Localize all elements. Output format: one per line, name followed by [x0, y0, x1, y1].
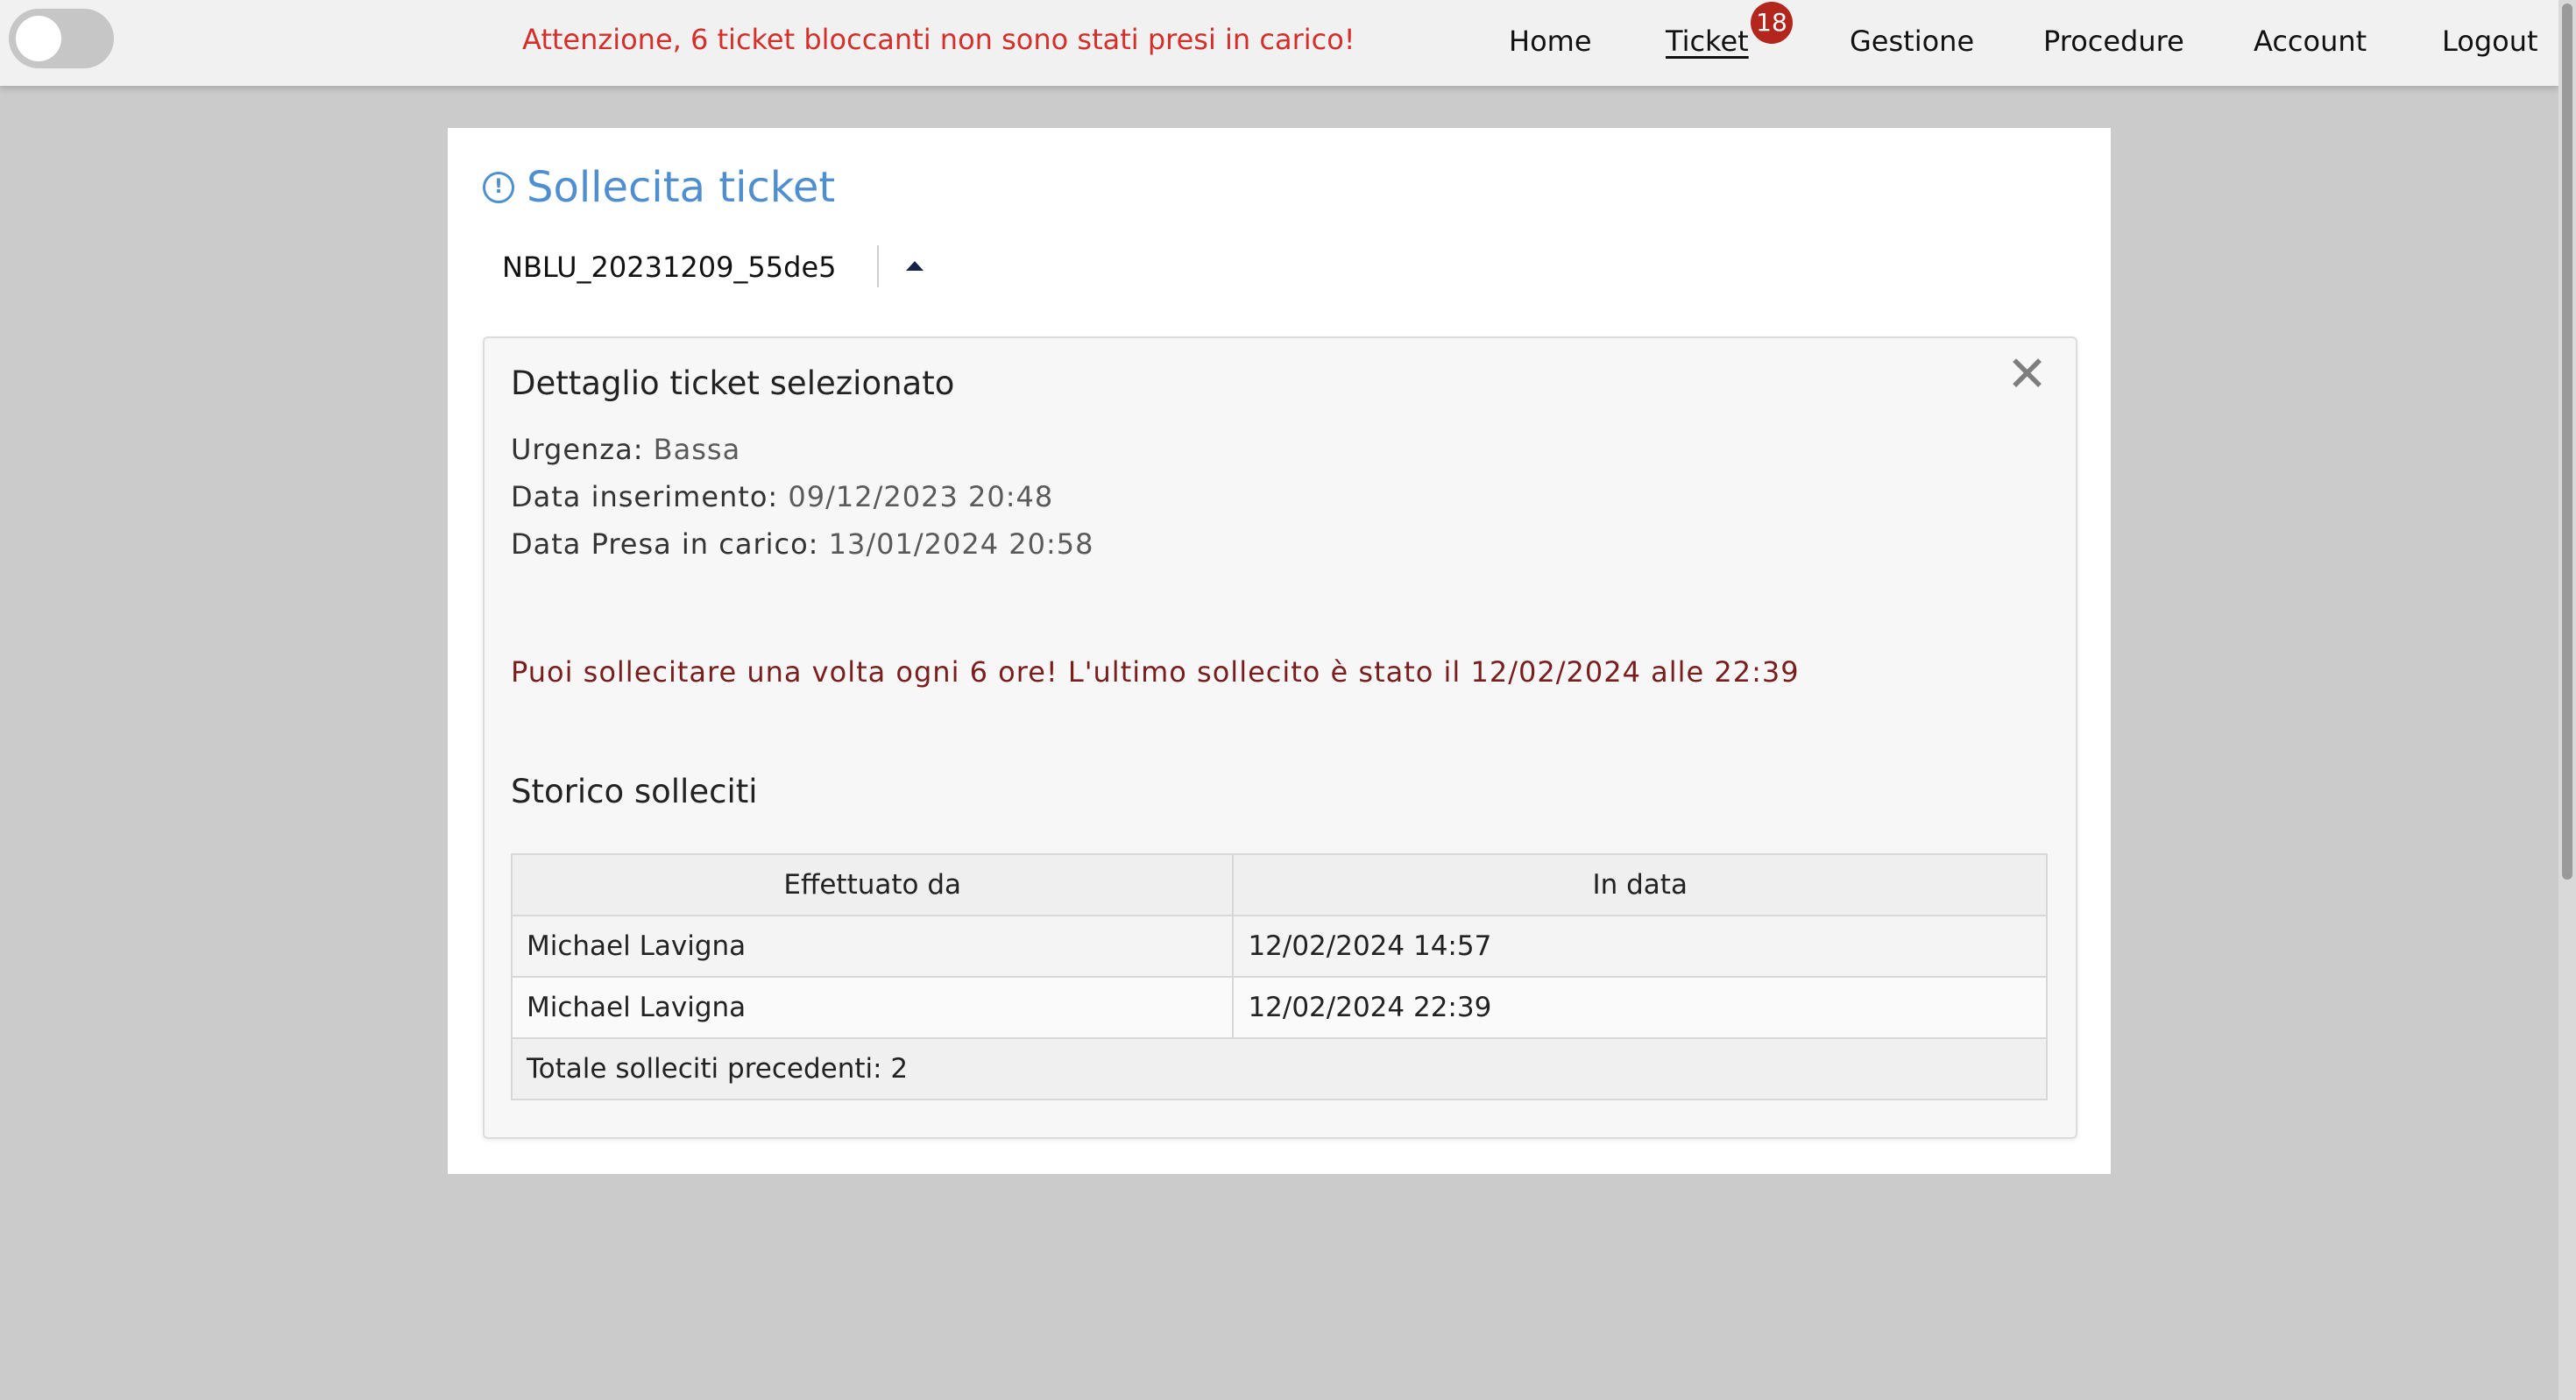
nav-ticket[interactable]: Ticket — [1666, 25, 1749, 58]
cell-performed-by: Michael Lavigna — [510, 915, 1235, 978]
cell-performed-by: Michael Lavigna — [510, 976, 1235, 1039]
nav-procedure[interactable]: Procedure — [2043, 25, 2184, 58]
inserted-date-label: Data inserimento: — [511, 480, 779, 513]
scrollbar-thumb[interactable] — [2562, 4, 2572, 880]
taken-date-value: 13/01/2024 20:58 — [828, 527, 1094, 561]
ticket-select-dropdown[interactable]: NBLU_20231209_55de5 — [483, 242, 924, 294]
page-scrollbar[interactable] — [2558, 0, 2576, 1400]
main-panel: ! Sollecita ticket NBLU_20231209_55de5 ✕… — [448, 128, 2111, 1174]
nav-home[interactable]: Home — [1509, 25, 1592, 58]
select-separator — [877, 245, 879, 287]
mode-toggle-switch[interactable] — [9, 9, 114, 68]
cell-date: 12/02/2024 14:57 — [1232, 915, 2048, 978]
top-navigation-bar: Attenzione, 6 ticket bloccanti non sono … — [0, 0, 2558, 86]
cell-date: 12/02/2024 22:39 — [1232, 976, 2048, 1039]
taken-date-label: Data Presa in carico: — [511, 527, 819, 561]
column-header-performed-by: Effettuato da — [510, 853, 1235, 916]
caret-up-icon[interactable] — [906, 261, 924, 271]
total-reminders: Totale solleciti precedenti: 2 — [511, 1037, 2048, 1100]
selected-ticket-value: NBLU_20231209_55de5 — [502, 251, 837, 284]
detail-title: Dettaglio ticket selezionato — [511, 364, 955, 402]
ticket-count-badge: 18 — [1751, 2, 1793, 44]
inserted-date-field: Data inserimento: 09/12/2023 20:48 — [511, 480, 1053, 513]
table-total-row: Totale solleciti precedenti: 2 — [511, 1037, 2048, 1100]
exclamation-circle-icon: ! — [483, 172, 514, 203]
urgency-label: Urgenza: — [511, 433, 644, 466]
table-row: Michael Lavigna 12/02/2024 22:39 — [510, 976, 2048, 1039]
toggle-knob — [16, 16, 61, 61]
blocking-tickets-alert: Attenzione, 6 ticket bloccanti non sono … — [522, 23, 1355, 56]
urgency-value: Bassa — [653, 433, 741, 466]
column-header-date: In data — [1232, 853, 2048, 916]
table-row: Michael Lavigna 12/02/2024 14:57 — [510, 915, 2048, 978]
table-header-row: Effettuato da In data — [510, 853, 2048, 916]
taken-date-field: Data Presa in carico: 13/01/2024 20:58 — [511, 527, 1093, 561]
reminder-history-table: Effettuato da In data Michael Lavigna 12… — [510, 853, 2048, 1100]
nav-gestione[interactable]: Gestione — [1850, 25, 1974, 58]
urgency-field: Urgenza: Bassa — [511, 433, 740, 466]
reminder-limit-warning: Puoi sollecitare una volta ogni 6 ore! L… — [511, 655, 1800, 689]
ticket-detail-card: ✕ Dettaglio ticket selezionato Urgenza: … — [483, 336, 2077, 1139]
inserted-date-value: 09/12/2023 20:48 — [788, 480, 1054, 513]
history-title: Storico solleciti — [511, 773, 758, 810]
nav-logout[interactable]: Logout — [2442, 25, 2538, 58]
page-title-text: Sollecita ticket — [527, 163, 836, 212]
page-title: ! Sollecita ticket — [483, 163, 835, 212]
nav-account[interactable]: Account — [2254, 25, 2367, 58]
close-icon[interactable]: ✕ — [2006, 350, 2048, 399]
